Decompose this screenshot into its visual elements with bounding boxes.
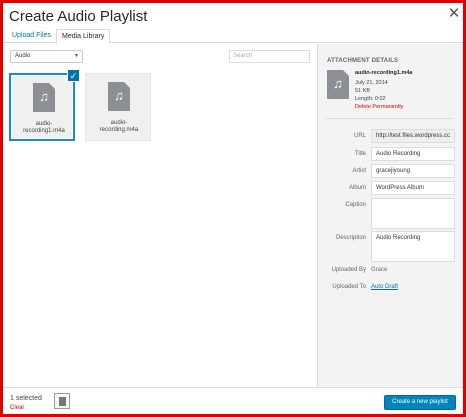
details-filename: audio-recording1.m4a xyxy=(355,70,413,76)
album-label: Album xyxy=(348,185,366,191)
audio-file-icon: ♫ xyxy=(33,83,55,112)
uploaded-by-label: Uploaded By xyxy=(331,267,366,273)
search-input[interactable]: Search xyxy=(229,50,310,63)
close-icon[interactable]: ✕ xyxy=(446,6,462,22)
audio-file-icon: ♫ xyxy=(108,82,130,111)
attachment-filename: audio- recording.m4a xyxy=(99,120,139,133)
tab-bar: Upload Files Media Library xyxy=(3,29,463,44)
audio-file-icon: ♫ xyxy=(327,70,349,99)
checkmark-icon[interactable]: ✓ xyxy=(67,69,80,82)
description-label: Description xyxy=(335,235,366,241)
attachment-item[interactable]: ♫ audio- recording.m4a xyxy=(85,73,151,141)
uploaded-to-label: Uploaded To xyxy=(332,284,366,290)
chevron-down-icon: ▼ xyxy=(74,53,79,59)
details-length: Length: 0:02 xyxy=(355,96,386,102)
url-field[interactable]: http://test.files.wordpress.cc xyxy=(371,129,455,143)
tab-media-library[interactable]: Media Library xyxy=(56,29,111,44)
attachment-filename: audio- recording1.m4a xyxy=(23,121,65,134)
modal-title: Create Audio Playlist xyxy=(9,8,148,25)
selection-count: 1 selected xyxy=(10,395,42,402)
clear-selection-link[interactable]: Clear xyxy=(10,405,24,411)
create-playlist-button[interactable]: Create a new playlist xyxy=(384,395,456,410)
uploaded-by-value: Grace xyxy=(371,267,388,273)
divider xyxy=(326,118,454,119)
uploaded-to-link[interactable]: Auto Draft xyxy=(371,284,398,290)
artist-label: Artist xyxy=(352,168,366,174)
tab-upload-files[interactable]: Upload Files xyxy=(7,29,56,43)
title-label: Title xyxy=(354,151,366,157)
artist-field[interactable]: gracejiyoung xyxy=(371,164,455,178)
details-heading: ATTACHMENT DETAILS xyxy=(327,58,399,64)
media-type-filter[interactable]: Audio ▼ xyxy=(10,50,83,63)
audio-file-icon xyxy=(59,397,66,406)
filter-select-value: Audio xyxy=(15,53,31,59)
description-field[interactable]: Audio Recording xyxy=(371,231,455,262)
details-size: 51 KB xyxy=(355,88,370,94)
details-date: July 21, 2014 xyxy=(355,80,388,86)
album-field[interactable]: WordPress Album xyxy=(371,181,455,195)
title-field[interactable]: Audio Recording xyxy=(371,147,455,161)
caption-field[interactable] xyxy=(371,198,455,229)
url-label: URL xyxy=(353,133,366,139)
attachment-item[interactable]: ♫ audio- recording1.m4a xyxy=(9,73,75,141)
caption-label: Caption xyxy=(345,202,366,208)
selected-attachment-thumbnail[interactable] xyxy=(54,393,70,409)
delete-permanently-link[interactable]: Delete Permanently xyxy=(355,104,403,110)
